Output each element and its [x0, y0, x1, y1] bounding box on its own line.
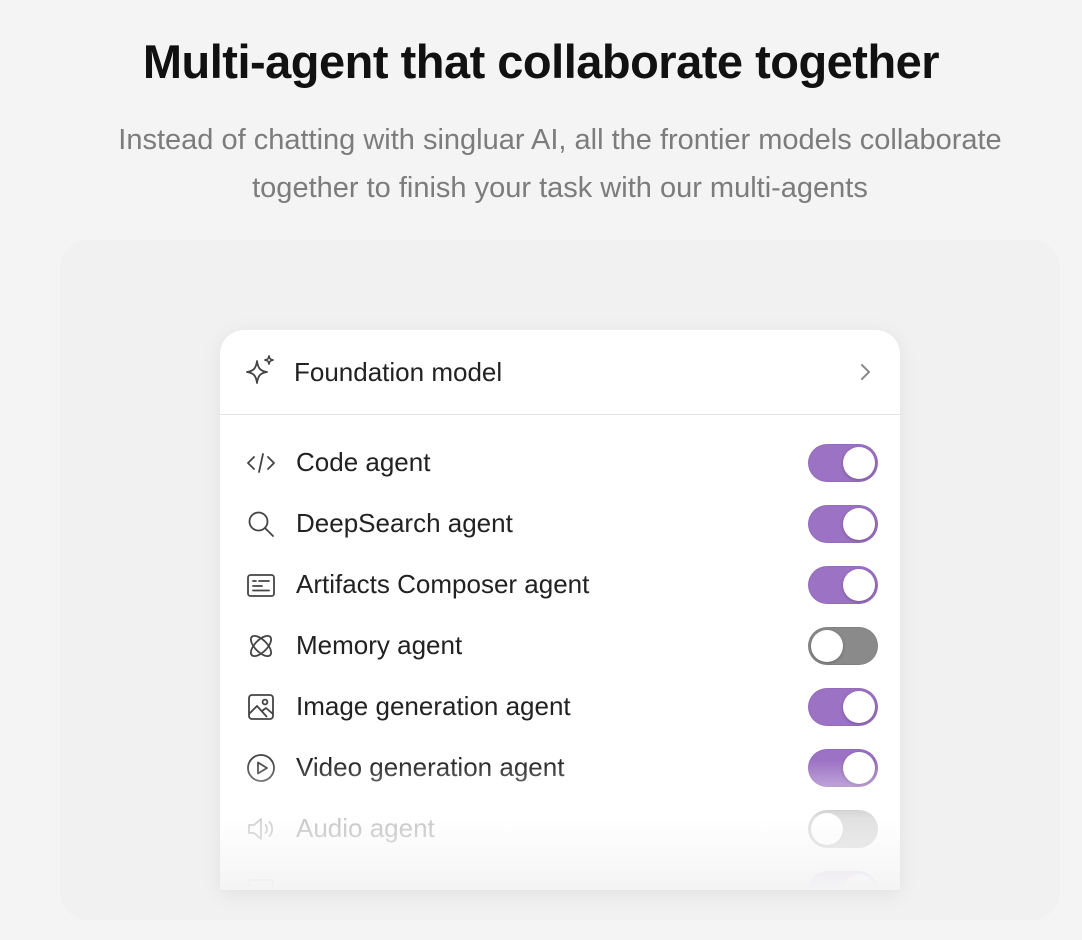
- toggle-knob: [843, 690, 875, 723]
- agent-label: Code agent: [296, 447, 431, 477]
- toggle-knob: [843, 751, 875, 784]
- toggle-knob: [843, 568, 875, 601]
- agent-list: Code agent DeepSearch agent Artifacts Co…: [220, 415, 900, 890]
- image-agent-toggle[interactable]: [808, 687, 878, 726]
- agent-row-partial: [220, 859, 900, 890]
- code-agent-toggle[interactable]: [808, 443, 878, 482]
- agent-panel: Foundation model Code agent DeepSearch a…: [220, 330, 900, 890]
- page-title: Multi-agent that collaborate together: [142, 35, 940, 88]
- toggle-knob: [843, 507, 875, 540]
- toggle-knob: [843, 873, 875, 890]
- image-icon: [244, 690, 278, 724]
- deepsearch-agent-toggle[interactable]: [808, 504, 878, 543]
- agent-row-audio: Audio agent: [220, 798, 900, 859]
- agent-row-image: Image generation agent: [220, 676, 900, 737]
- agent-label: Video generation agent: [296, 752, 565, 782]
- memory-agent-toggle[interactable]: [808, 626, 878, 665]
- agent-label: Image generation agent: [296, 691, 571, 721]
- chevron-right-icon[interactable]: [854, 361, 876, 383]
- agent-row-video: Video generation agent: [220, 737, 900, 798]
- toggle-knob: [843, 446, 875, 479]
- audio-agent-toggle[interactable]: [808, 809, 878, 848]
- toggle-knob: [811, 629, 843, 662]
- atom-icon: [244, 629, 278, 663]
- play-icon: [244, 751, 278, 785]
- agent-row-code: Code agent: [220, 432, 900, 493]
- agent-label: DeepSearch agent: [296, 508, 513, 538]
- document-icon: [244, 873, 278, 890]
- foundation-model-label: Foundation model: [294, 356, 503, 387]
- partial-agent-toggle[interactable]: [808, 870, 878, 890]
- artifacts-agent-toggle[interactable]: [808, 565, 878, 604]
- agent-row-memory: Memory agent: [220, 615, 900, 676]
- search-icon: [244, 507, 278, 541]
- subtitle-line-2: together to finish your task with our mu…: [252, 172, 868, 204]
- agent-row-deepsearch: DeepSearch agent: [220, 493, 900, 554]
- document-icon: [244, 568, 278, 602]
- agent-label: Memory agent: [296, 630, 463, 660]
- agent-label: Artifacts Composer agent: [296, 569, 590, 599]
- agent-row-artifacts: Artifacts Composer agent: [220, 554, 900, 615]
- code-icon: [244, 446, 278, 480]
- sparkle-icon: [244, 354, 276, 391]
- video-agent-toggle[interactable]: [808, 748, 878, 787]
- page-subtitle: Instead of chatting with singluar AI, al…: [40, 116, 1080, 212]
- foundation-model-row[interactable]: Foundation model: [220, 330, 900, 415]
- toggle-knob: [811, 812, 843, 845]
- agent-label: Audio agent: [296, 813, 435, 843]
- subtitle-line-1: Instead of chatting with singluar AI, al…: [118, 124, 1002, 156]
- speaker-icon: [244, 812, 278, 846]
